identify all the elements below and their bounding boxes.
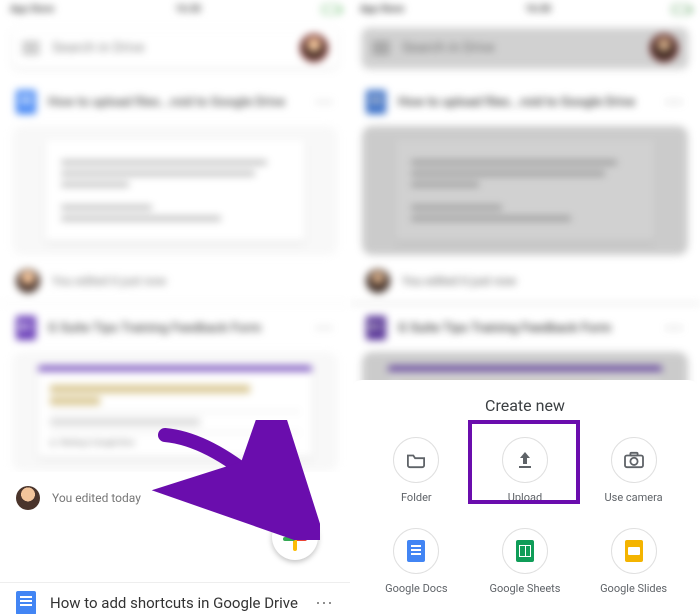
file-preview[interactable]: Working in Google Drive bbox=[12, 352, 338, 471]
create-sheet: Create new Folder Upload Use camera Goog… bbox=[350, 380, 700, 614]
editor-avatar bbox=[16, 486, 40, 510]
search-placeholder: Search in Drive bbox=[52, 40, 288, 56]
file-preview bbox=[362, 126, 688, 255]
edited-row: You edited it just now bbox=[0, 263, 350, 303]
file-row[interactable]: G Suite Tips Training Feedback Form ⋯ bbox=[0, 304, 350, 352]
file-row[interactable]: How to add shortcuts in Google Drive ⋯ bbox=[0, 582, 350, 614]
edited-text: You edited it just now bbox=[52, 274, 166, 288]
docs-icon bbox=[16, 591, 36, 614]
right-screenshot: App Store 16:30 Search in Drive How to u… bbox=[350, 0, 700, 614]
file-row: G Suite Tips Training Feedback Form ⋯ bbox=[350, 304, 700, 352]
file-title: G Suite Tips Training Feedback Form bbox=[48, 321, 303, 336]
search-bar[interactable]: Search in Drive bbox=[12, 28, 338, 68]
editor-avatar bbox=[16, 269, 40, 293]
edited-text: You edited today bbox=[52, 491, 141, 505]
more-icon[interactable]: ⋯ bbox=[315, 92, 334, 113]
more-icon[interactable]: ⋯ bbox=[315, 593, 334, 614]
plus-icon bbox=[285, 527, 305, 547]
status-right bbox=[322, 5, 340, 14]
sheet-label: Google Docs bbox=[385, 582, 447, 595]
annotation-highlight bbox=[468, 420, 580, 504]
sheet-label: Google Slides bbox=[600, 582, 667, 595]
google-slides-icon bbox=[625, 540, 643, 562]
sheet-item-folder[interactable]: Folder bbox=[362, 427, 471, 518]
menu-icon bbox=[372, 42, 390, 54]
file-title: How to add shortcuts in Google Drive bbox=[50, 594, 301, 612]
file-row[interactable]: How to upload files...roid to Google Dri… bbox=[0, 78, 350, 126]
left-foreground: You edited today How to add shortcuts in… bbox=[0, 472, 350, 614]
sheet-label: Use camera bbox=[605, 491, 663, 504]
sheet-item-docs[interactable]: Google Docs bbox=[362, 518, 471, 609]
profile-avatar[interactable] bbox=[300, 34, 328, 62]
sheet-label: Folder bbox=[401, 491, 432, 504]
sheet-item-sheets[interactable]: Google Sheets bbox=[471, 518, 580, 609]
google-sheets-icon bbox=[516, 540, 534, 562]
sheet-item-slides[interactable]: Google Slides bbox=[579, 518, 688, 609]
search-bar: Search in Drive bbox=[362, 28, 688, 68]
status-bar: App Store 16:30 bbox=[350, 0, 700, 18]
create-fab[interactable] bbox=[272, 514, 318, 560]
sheet-label: Google Sheets bbox=[489, 582, 560, 595]
edited-row: You edited it just now bbox=[350, 263, 700, 303]
status-time: 16:30 bbox=[525, 4, 551, 15]
menu-icon[interactable] bbox=[22, 42, 40, 54]
left-screenshot: App Store 16:30 Search in Drive How to u… bbox=[0, 0, 350, 614]
camera-icon bbox=[611, 437, 657, 483]
more-icon[interactable]: ⋯ bbox=[315, 318, 334, 339]
file-title: How to upload files...roid to Google Dri… bbox=[48, 95, 303, 110]
sheet-item-camera[interactable]: Use camera bbox=[579, 427, 688, 518]
forms-icon bbox=[16, 316, 36, 340]
google-docs-icon bbox=[407, 540, 425, 562]
status-time: 16:30 bbox=[175, 4, 201, 15]
status-left: App Store bbox=[10, 4, 54, 15]
status-bar: App Store 16:30 bbox=[0, 0, 350, 18]
file-row: How to upload files...roid to Google Dri… bbox=[350, 78, 700, 126]
profile-avatar bbox=[650, 34, 678, 62]
edited-row: You edited today bbox=[0, 472, 350, 520]
docs-icon bbox=[366, 90, 386, 114]
docs-icon bbox=[16, 90, 36, 114]
file-preview[interactable] bbox=[12, 126, 338, 255]
forms-icon bbox=[366, 316, 386, 340]
search-placeholder: Search in Drive bbox=[402, 40, 638, 56]
sheet-title: Create new bbox=[362, 396, 688, 415]
status-left: App Store bbox=[360, 4, 404, 15]
form-footer: Working in Google Drive bbox=[60, 439, 134, 447]
